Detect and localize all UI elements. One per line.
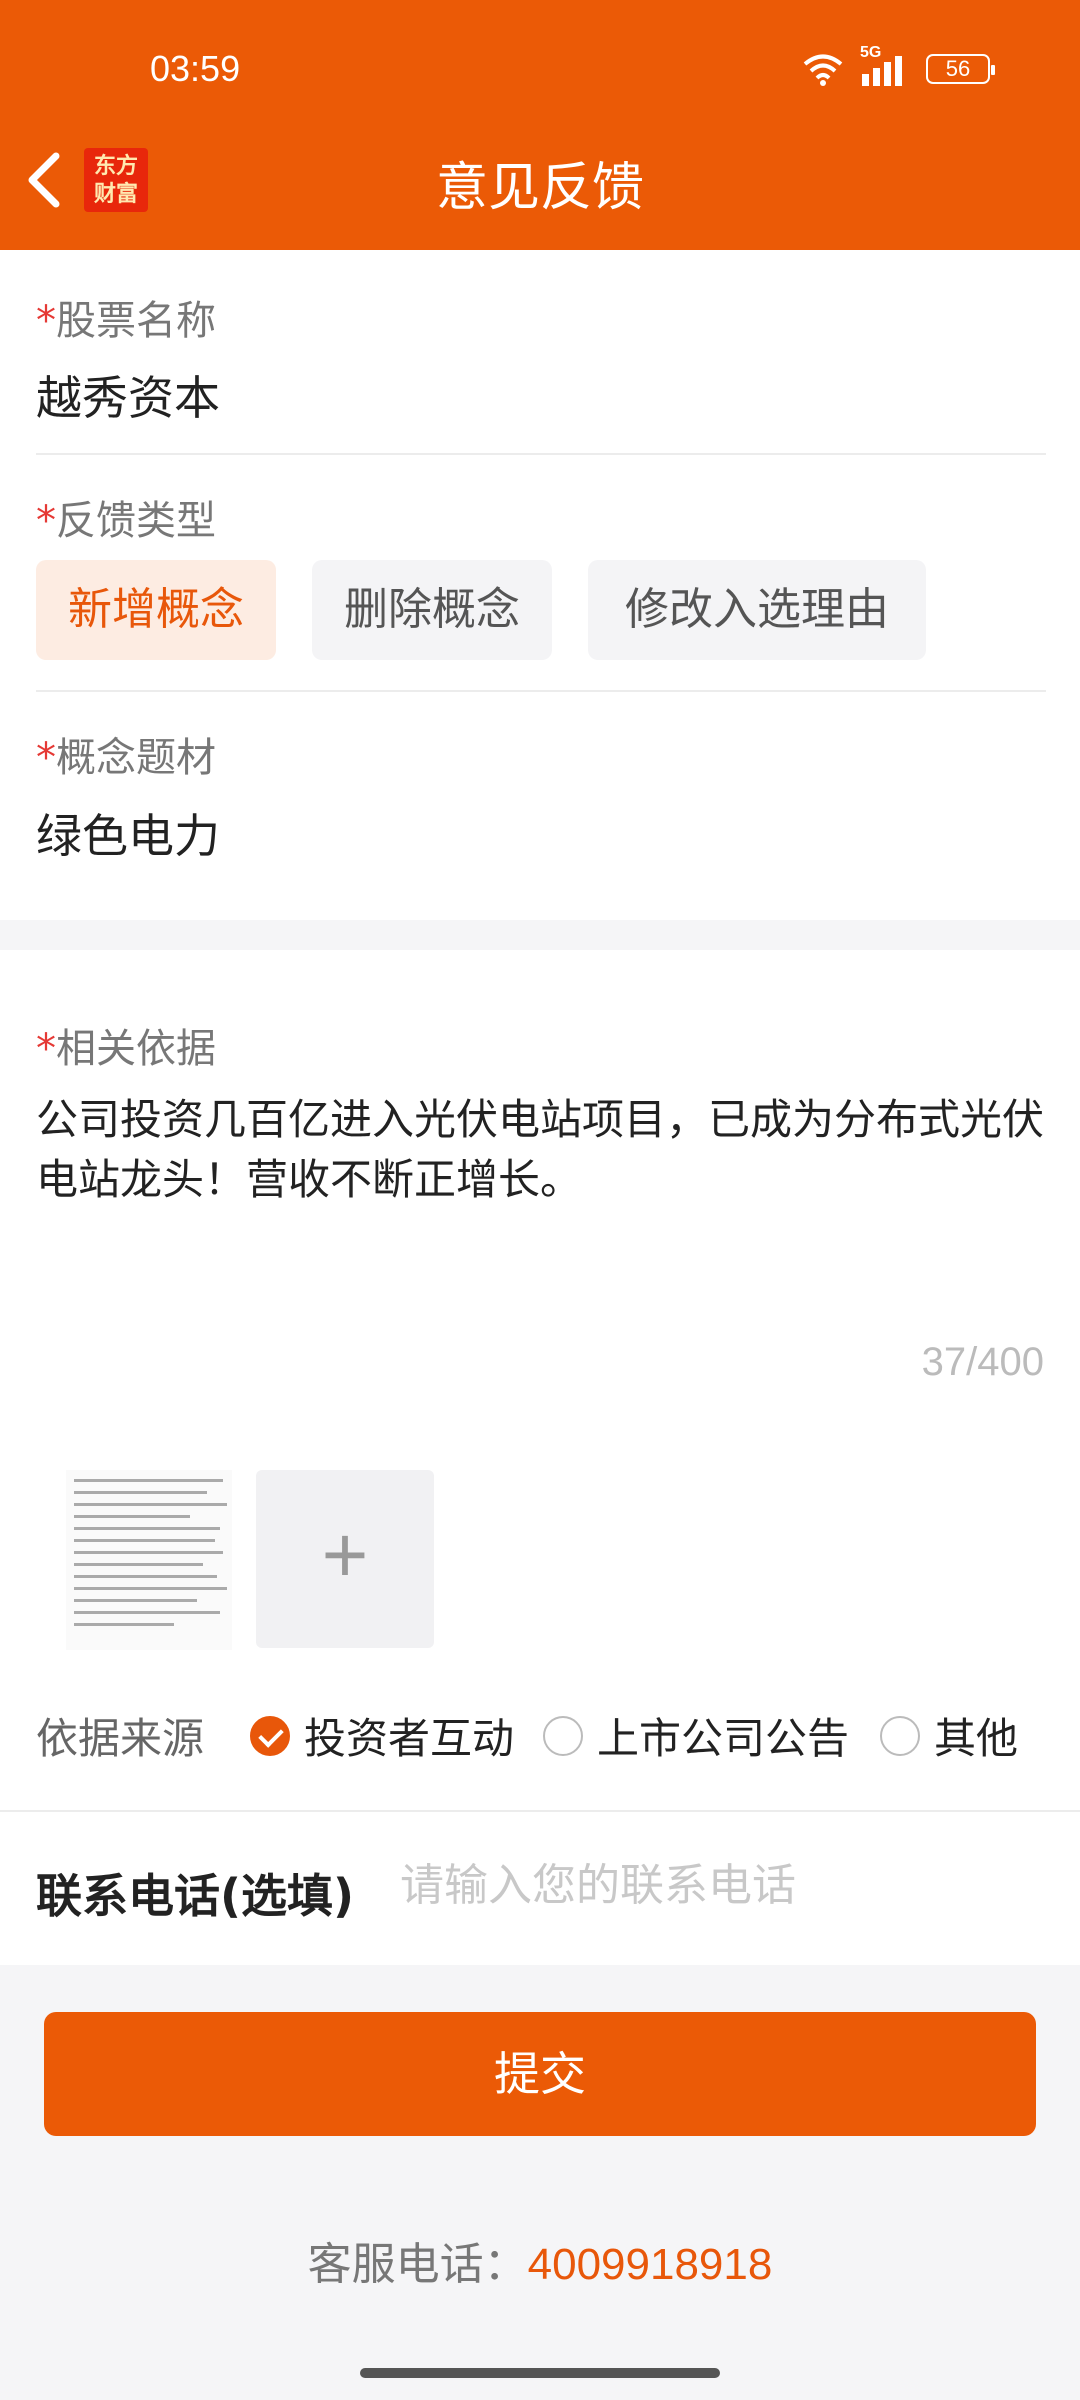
page-title: 意见反馈: [435, 158, 644, 218]
source-option-other[interactable]: 其他: [880, 1705, 1018, 1766]
divider: [36, 453, 1046, 455]
submit-button[interactable]: 提交: [44, 2012, 1036, 2136]
form-card-basic: *股票名称 越秀资本 *反馈类型 新增概念 删除概念 修改入选理由 *概念题材 …: [0, 250, 1080, 920]
feedback-type-label-text: 反馈类型: [56, 498, 216, 544]
service-label: 客服电话：: [307, 2239, 528, 2290]
source-option-investor[interactable]: 投资者互动: [250, 1705, 514, 1766]
status-icons: 5G 56: [802, 44, 995, 86]
attachment-thumbnail[interactable]: [66, 1470, 232, 1650]
radio-unchecked-icon: [543, 1715, 583, 1756]
add-attachment-button[interactable]: +: [256, 1470, 434, 1648]
concept-label: *概念题材: [36, 725, 216, 783]
basis-label-text: 相关依据: [56, 1026, 216, 1072]
radio-unchecked-icon: [880, 1715, 920, 1756]
signal-icon: 5G: [860, 44, 910, 86]
divider: [36, 690, 1046, 692]
status-time: 03:59: [150, 48, 241, 89]
stock-name-label: *股票名称: [36, 288, 216, 346]
phone-label: 联系电话(选填): [36, 1869, 355, 1923]
required-mark: *: [36, 298, 56, 344]
type-chip-add-concept[interactable]: 新增概念: [36, 560, 276, 660]
basis-textarea[interactable]: 公司投资几百亿进入光伏电站项目，已成为分布式光伏电站龙头！营收不断正增长。: [36, 1090, 1046, 1210]
home-indicator[interactable]: [360, 2368, 720, 2378]
battery-icon: 56: [926, 54, 995, 84]
radio-checked-icon: [250, 1715, 290, 1756]
source-label: 依据来源: [36, 1714, 205, 1763]
basis-label: *相关依据: [36, 1016, 216, 1074]
type-chip-delete-concept[interactable]: 删除概念: [312, 560, 552, 660]
customer-service: 客服电话：4009918918: [0, 2228, 1080, 2292]
service-phone-link[interactable]: 4009918918: [528, 2240, 773, 2289]
form-card-basis: *相关依据 公司投资几百亿进入光伏电站项目，已成为分布式光伏电站龙头！营收不断正…: [0, 950, 1080, 1965]
source-option-label: 其他: [934, 1714, 1019, 1763]
stock-name-value: 越秀资本: [36, 371, 220, 425]
stock-name-label-text: 股票名称: [56, 298, 216, 344]
concept-value: 绿色电力: [36, 809, 220, 863]
required-mark: *: [36, 1026, 56, 1072]
required-mark: *: [36, 735, 56, 781]
feedback-type-label: *反馈类型: [36, 488, 216, 546]
app-header: 03:59 5G 56 东方 财富 意见反馈: [0, 0, 1080, 250]
source-option-announcement[interactable]: 上市公司公告: [543, 1705, 849, 1766]
type-chip-modify-reason[interactable]: 修改入选理由: [588, 560, 926, 660]
wifi-icon: [803, 54, 843, 86]
phone-input[interactable]: [400, 1850, 1040, 1920]
divider: [0, 1810, 1080, 1812]
required-mark: *: [36, 498, 56, 544]
char-count: 37/400: [921, 1340, 1044, 1384]
source-option-label: 上市公司公告: [597, 1714, 850, 1763]
source-option-label: 投资者互动: [304, 1714, 515, 1763]
concept-label-text: 概念题材: [56, 735, 216, 781]
